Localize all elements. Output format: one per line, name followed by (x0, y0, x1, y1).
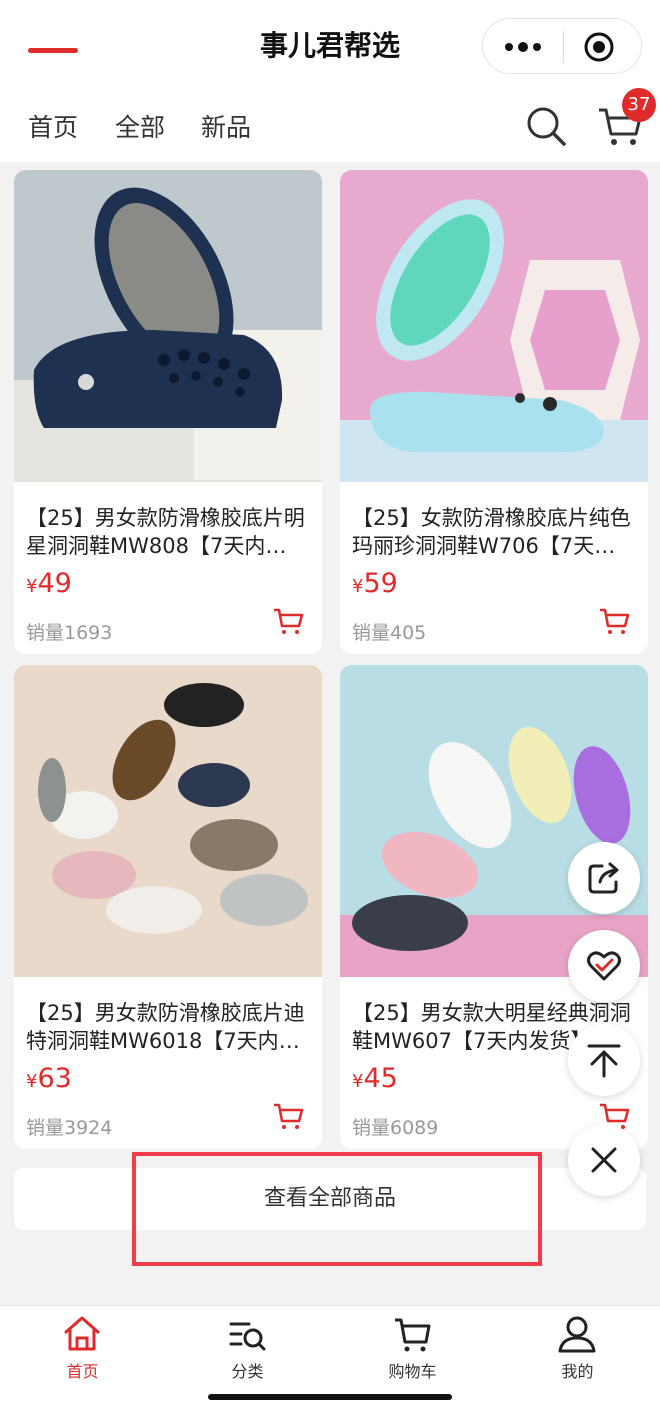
product-sales: 销量1693 (26, 622, 113, 644)
more-icon[interactable] (501, 31, 545, 63)
product-price: ¥45 (352, 1063, 398, 1094)
top-bar: 事儿君帮选 首页 全部 新品 37 (0, 0, 660, 162)
nav-label: 购物车 (388, 1362, 437, 1381)
favorite-button[interactable] (568, 930, 640, 1002)
share-button[interactable] (568, 842, 640, 914)
product-sales: 销量6089 (352, 1117, 439, 1139)
tab-home[interactable]: 首页 (28, 108, 78, 144)
heart-check-icon (587, 951, 621, 981)
tab-active-indicator (28, 48, 78, 53)
product-price: ¥59 (352, 568, 398, 599)
product-card[interactable]: 【25】男女款防滑橡胶底片迪特洞洞鞋MW6018【7天内发货】 ¥63 销量39… (14, 665, 322, 1149)
product-image[interactable] (14, 170, 322, 482)
product-card[interactable]: 【25】女款防滑橡胶底片纯色玛丽珍洞洞鞋W706【7天内发货】 ¥59 销量40… (340, 170, 648, 654)
close-floating-button[interactable] (568, 1124, 640, 1196)
price-value: 63 (37, 1063, 72, 1094)
add-to-cart-icon[interactable] (598, 606, 630, 636)
add-to-cart-icon[interactable] (272, 606, 304, 636)
close-icon (591, 1147, 617, 1173)
nav-item-category[interactable]: 分类 (165, 1306, 330, 1386)
product-name[interactable]: 【25】男女款防滑橡胶底片迪特洞洞鞋MW6018【7天内发货】 (26, 999, 306, 1055)
cart-badge: 37 (622, 88, 656, 122)
product-price: ¥49 (26, 568, 72, 599)
product-sales: 销量405 (352, 622, 427, 644)
highlight-annotation-box (132, 1152, 542, 1266)
cart-icon (395, 1318, 431, 1352)
user-icon (558, 1316, 596, 1353)
home-indicator (208, 1394, 452, 1400)
nav-item-profile[interactable]: 我的 (495, 1306, 660, 1386)
home-icon (64, 1316, 100, 1351)
add-to-cart-icon[interactable] (272, 1101, 304, 1131)
currency-symbol: ¥ (352, 1071, 364, 1092)
product-image[interactable] (340, 170, 648, 482)
product-name[interactable]: 【25】男女款防滑橡胶底片明星洞洞鞋MW808【7天内发货】 (26, 504, 306, 560)
capsule-divider (563, 31, 564, 63)
tab-all[interactable]: 全部 (115, 108, 165, 144)
currency-symbol: ¥ (26, 576, 38, 597)
nav-item-home[interactable]: 首页 (0, 1306, 165, 1386)
price-value: 45 (363, 1063, 398, 1094)
arrow-up-icon (587, 1044, 621, 1078)
category-icon (229, 1322, 266, 1351)
product-name[interactable]: 【25】女款防滑橡胶底片纯色玛丽珍洞洞鞋W706【7天内发货】 (352, 504, 632, 560)
nav-item-cart[interactable]: 购物车 (330, 1306, 495, 1386)
search-icon[interactable] (524, 104, 568, 148)
currency-symbol: ¥ (26, 1071, 38, 1092)
share-icon (588, 862, 619, 894)
product-image[interactable] (14, 665, 322, 977)
product-price: ¥63 (26, 1063, 72, 1094)
price-value: 59 (363, 568, 398, 599)
product-sales: 销量3924 (26, 1117, 113, 1139)
mini-program-capsule (482, 18, 642, 74)
currency-symbol: ¥ (352, 576, 364, 597)
back-to-top-button[interactable] (568, 1024, 640, 1096)
nav-label: 首页 (66, 1362, 99, 1381)
close-miniprogram-icon[interactable] (583, 31, 615, 63)
nav-label: 分类 (231, 1362, 264, 1381)
nav-label: 我的 (561, 1362, 594, 1381)
price-value: 49 (37, 568, 72, 599)
product-card[interactable]: 【25】男女款防滑橡胶底片明星洞洞鞋MW808【7天内发货】 ¥49 销量169… (14, 170, 322, 654)
tab-new[interactable]: 新品 (201, 108, 251, 144)
